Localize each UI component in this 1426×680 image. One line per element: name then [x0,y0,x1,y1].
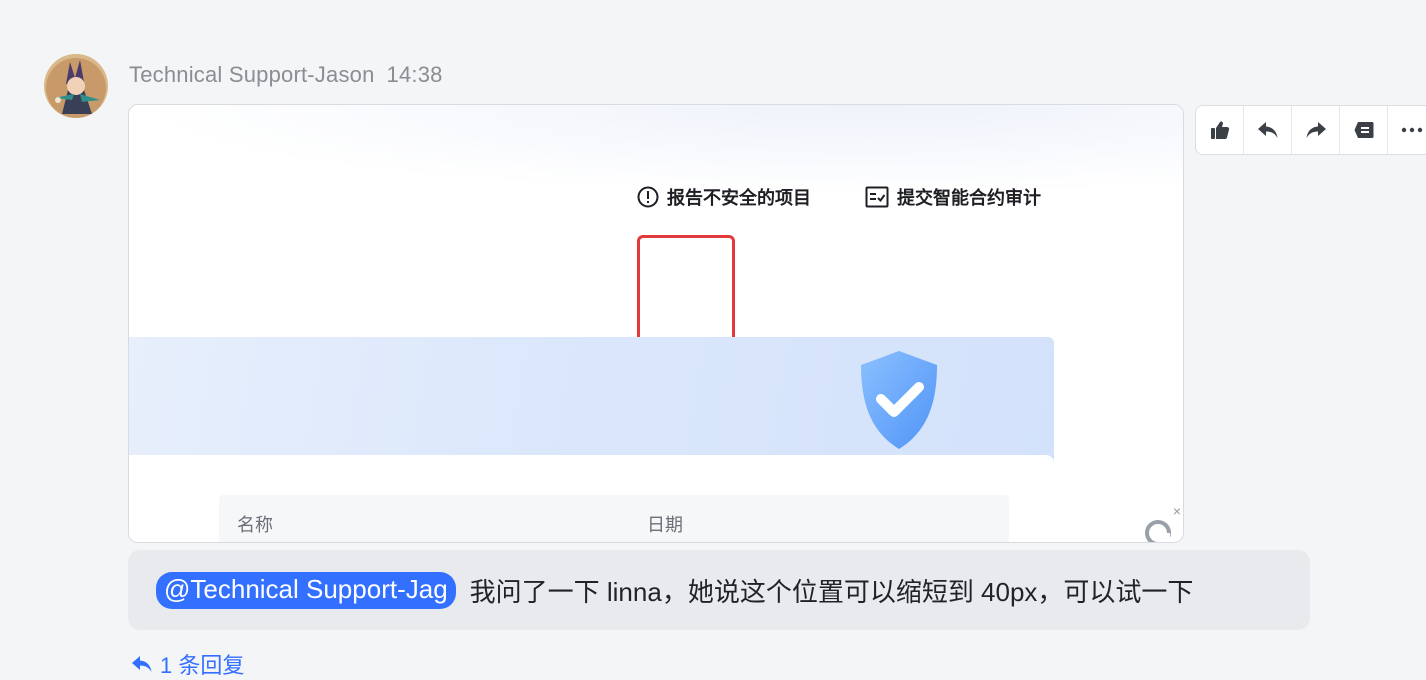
like-button[interactable] [1196,106,1244,154]
image-close-icon: × [1172,503,1181,519]
forward-icon [1306,122,1326,138]
submit-audit-label: 提交智能合约审计 [897,188,1041,209]
checklist-icon [865,186,889,208]
thread-replies-link[interactable]: 1 条回复 [130,648,244,680]
message-time: 14:38 [386,62,443,87]
mention-tag[interactable]: @Technical Support-Jag [156,571,456,609]
message-text: 我问了一下 linna，她说这个位置可以缩短到 40px，可以试一下 [469,576,1194,607]
column-header-name: 名称 [237,515,273,536]
more-button[interactable] [1388,106,1426,154]
image-attachment[interactable]: 报告不安全的项目 提交智能合约审计 名称 日期 × [128,104,1184,543]
exclamation-circle-icon [637,186,659,208]
submit-audit-action: 提交智能合约审计 [865,183,1041,211]
message-header: Technical Support-Jason 14:38 [129,62,443,88]
quote-icon [1354,122,1373,138]
more-icon [1401,127,1423,133]
table-header-row [219,495,1009,542]
sender-avatar[interactable] [44,54,108,118]
column-header-date: 日期 [647,515,683,536]
forward-button[interactable] [1292,106,1340,154]
reply-arrow-icon [132,656,152,672]
message-actions-toolbar [1195,105,1426,155]
shield-check-icon [861,351,937,449]
highlight-box [637,235,735,343]
report-unsafe-action: 报告不安全的项目 [637,183,811,211]
avatar-anime-character-icon [44,54,108,118]
floating-widget-icon [1145,520,1171,542]
reply-button[interactable] [1244,106,1292,154]
image-background [129,105,1183,195]
report-unsafe-label: 报告不安全的项目 [667,188,811,209]
reply-count-label: 1 条回复 [160,653,245,678]
thumbs-up-icon [1210,121,1229,139]
quote-button[interactable] [1340,106,1388,154]
message-bubble: @Technical Support-Jag 我问了一下 linna，她说这个位置… [128,550,1310,630]
sender-name[interactable]: Technical Support-Jason [129,62,375,87]
reply-icon [1257,122,1277,138]
